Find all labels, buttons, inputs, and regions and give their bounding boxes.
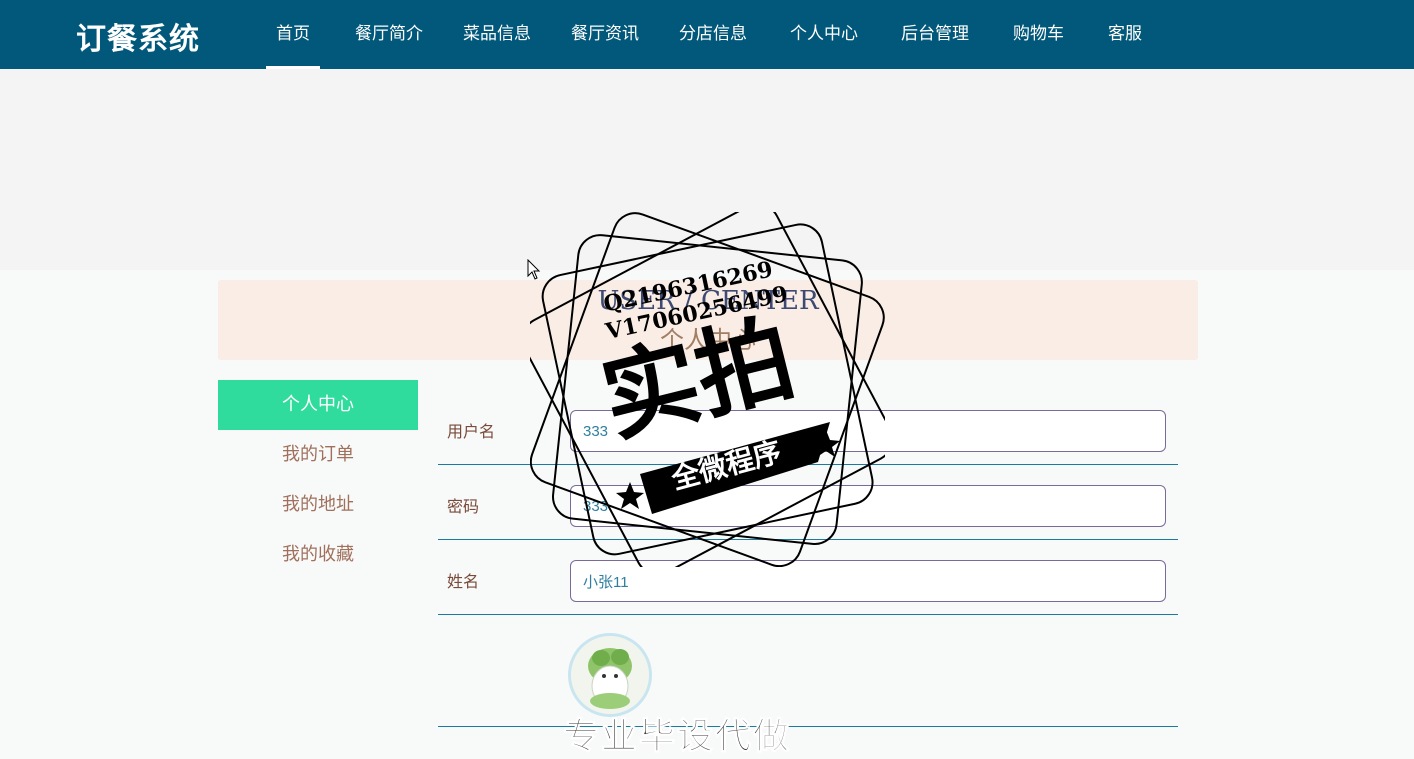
nav-user-center[interactable]: 个人中心 — [790, 0, 858, 69]
top-navbar: 订餐系统 首页 餐厅简介 菜品信息 餐厅资讯 分店信息 个人中心 后台管理 购物… — [0, 0, 1414, 69]
nav-customer-service[interactable]: 客服 — [1108, 0, 1142, 69]
avatar[interactable] — [568, 633, 652, 717]
nav-dishes[interactable]: 菜品信息 — [463, 0, 531, 69]
nav-home[interactable]: 首页 — [266, 0, 320, 69]
sidebar-item-orders[interactable]: 我的订单 — [218, 430, 418, 480]
nav-branches[interactable]: 分店信息 — [679, 0, 747, 69]
sidebar-item-user-center[interactable]: 个人中心 — [218, 380, 418, 430]
sidebar-item-favorites[interactable]: 我的收藏 — [218, 530, 418, 580]
nav-news[interactable]: 餐厅资讯 — [571, 0, 639, 69]
form-divider — [438, 726, 1178, 727]
name-label: 姓名 — [447, 572, 480, 591]
form-row-name: 姓名 — [438, 560, 1178, 615]
password-label: 密码 — [447, 497, 480, 516]
watermark-stamp: Q2196316269 V17060256499 实拍 全微程序 — [521, 203, 894, 576]
nav-cart[interactable]: 购物车 — [1013, 0, 1064, 69]
nav-admin[interactable]: 后台管理 — [901, 0, 969, 69]
sidebar-item-address[interactable]: 我的地址 — [218, 480, 418, 530]
mouse-cursor-icon — [527, 259, 541, 280]
username-label: 用户名 — [447, 422, 496, 441]
avatar-image — [571, 636, 649, 714]
watermark-bottom-text: 专业毕设代做 — [562, 716, 792, 758]
site-logo-title[interactable]: 订餐系统 — [76, 14, 200, 58]
nav-restaurant-intro[interactable]: 餐厅简介 — [355, 0, 423, 69]
